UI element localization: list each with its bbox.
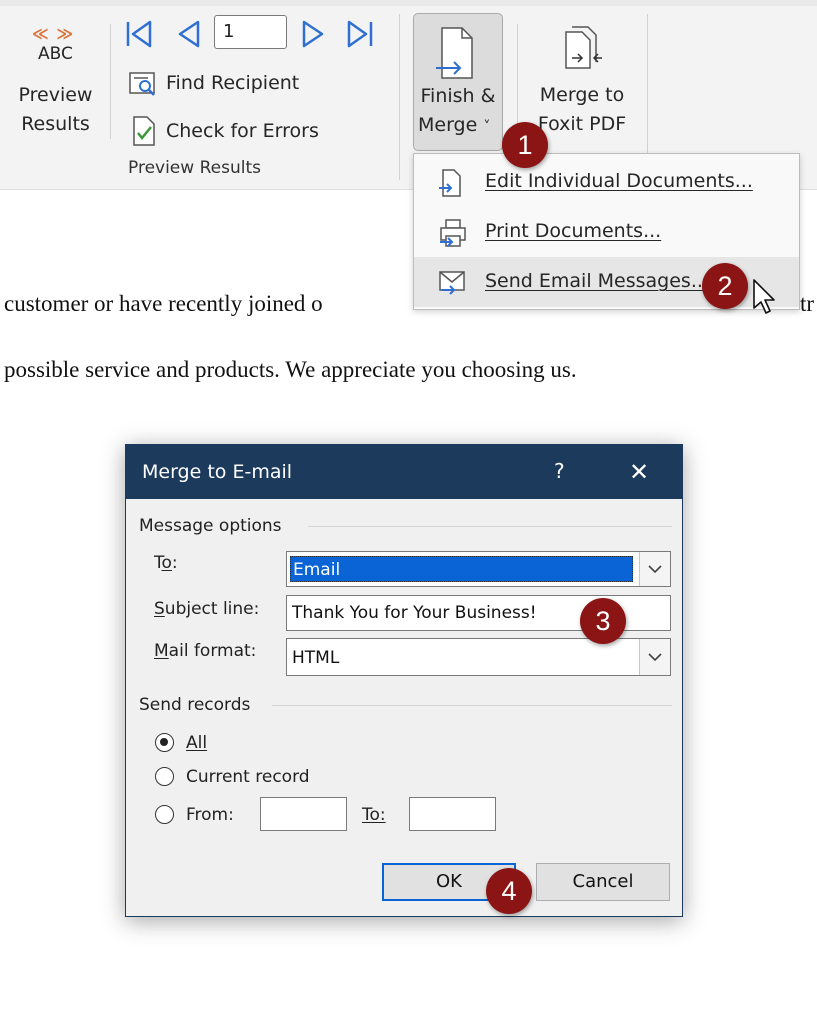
email-icon (439, 271, 465, 295)
merge-to-email-dialog: Merge to E-mail ? ✕ Message options To: … (125, 444, 683, 917)
to-range-input[interactable] (409, 797, 496, 831)
finish-merge-label-1: Finish & (420, 85, 496, 107)
step-badge-4: 4 (486, 868, 532, 914)
finish-merge-icon (436, 27, 473, 79)
preview-results-label-1: Preview (18, 84, 93, 106)
step-badge-3: 3 (580, 598, 626, 644)
ribbon-divider (399, 14, 400, 180)
finish-merge-label-text: Merge (418, 114, 478, 136)
find-recipient-icon (129, 72, 155, 96)
close-icon[interactable]: ✕ (629, 458, 649, 486)
last-record-icon[interactable] (345, 19, 375, 49)
step-badge-1: 1 (502, 122, 548, 168)
preview-arrows-icon: ≪ ≫ (32, 24, 75, 43)
record-number-input[interactable]: 1 (214, 15, 287, 49)
menu-item-label: Send Email Messages... (485, 270, 709, 292)
next-record-icon[interactable] (300, 19, 328, 49)
menu-item-label: Edit Individual Documents... (485, 170, 753, 192)
chevron-down-icon (648, 653, 662, 662)
document-text-line-1-tail: tr (800, 291, 815, 316)
section-divider (272, 705, 672, 706)
radio-all-label: All (186, 733, 208, 753)
menu-item-label: Print Documents... (485, 220, 662, 242)
previous-record-icon[interactable] (174, 19, 202, 49)
radio-all[interactable] (155, 733, 174, 752)
merge-foxit-label-1: Merge to (539, 84, 625, 106)
radio-current-record-label: Current record (186, 767, 310, 787)
dialog-title-bar: Merge to E-mail ? ✕ (126, 445, 682, 499)
to-dropdown-arrow[interactable] (639, 552, 670, 586)
to-select[interactable]: Email (286, 551, 671, 587)
print-icon (440, 219, 466, 247)
document-text-line-2: possible service and products. We apprec… (4, 357, 577, 382)
from-input[interactable] (260, 797, 347, 831)
send-records-label: Send records (139, 695, 251, 715)
section-divider (308, 526, 672, 527)
finish-merge-button[interactable]: Finish & Merge ˅ (413, 13, 503, 151)
mail-format-select[interactable]: HTML (286, 638, 671, 676)
chevron-down-icon: ˅ (483, 119, 491, 135)
message-options-label: Message options (139, 516, 282, 536)
abc-icon: ABC (38, 44, 73, 64)
preview-results-button[interactable]: ≪ ≫ ABC Preview Results (8, 22, 103, 142)
finish-merge-label-2: Merge ˅ (418, 114, 502, 136)
first-record-icon[interactable] (124, 19, 154, 49)
dialog-title: Merge to E-mail (142, 461, 293, 483)
find-recipient-button[interactable]: Find Recipient (128, 67, 368, 101)
help-icon[interactable]: ? (554, 459, 565, 483)
ribbon-divider (517, 24, 518, 139)
to-selected-value: Email (290, 556, 633, 582)
radio-from-label: From: (186, 805, 234, 825)
group-label-preview-results: Preview Results (128, 158, 261, 178)
cancel-button[interactable]: Cancel (536, 863, 670, 901)
to-range-label: To: (362, 805, 386, 825)
merge-foxit-label-2: Foxit PDF (537, 113, 627, 135)
menu-item-edit-individual[interactable]: Edit Individual Documents... (414, 157, 799, 207)
ribbon-divider (110, 24, 111, 139)
check-errors-label: Check for Errors (166, 120, 319, 142)
check-errors-button[interactable]: Check for Errors (128, 114, 368, 148)
radio-from[interactable] (155, 805, 174, 824)
to-label: To: (154, 553, 178, 573)
radio-current-record[interactable] (155, 767, 174, 786)
find-recipient-label: Find Recipient (166, 72, 300, 94)
document-text-line-1: customer or have recently joined o (4, 291, 323, 316)
edit-document-icon (439, 169, 461, 197)
chevron-down-icon (648, 565, 662, 574)
step-badge-2: 2 (702, 263, 748, 309)
mail-format-dropdown-arrow[interactable] (639, 639, 670, 675)
subject-line-value: Thank You for Your Business! (292, 603, 537, 623)
preview-results-label-2: Results (21, 113, 90, 135)
foxit-pdf-icon (565, 26, 602, 69)
check-errors-icon (133, 116, 155, 146)
subject-line-label: Subject line: (154, 599, 260, 619)
mail-format-label: Mail format: (154, 641, 257, 661)
mail-format-value: HTML (292, 648, 340, 668)
menu-item-print-documents[interactable]: Print Documents... (414, 207, 799, 257)
mouse-cursor-icon (753, 279, 775, 314)
merge-foxit-pdf-button[interactable]: Merge to Foxit PDF (530, 22, 634, 152)
